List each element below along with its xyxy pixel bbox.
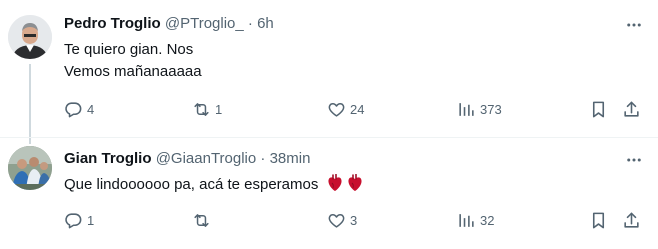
like-count: 3 <box>350 212 358 228</box>
more-icon[interactable] <box>624 150 644 170</box>
like-button[interactable]: 3 <box>327 208 357 232</box>
action-bar: 4 1 24 373 <box>64 97 654 121</box>
retweet-count: 1 <box>215 101 223 117</box>
heart-icon <box>328 213 345 228</box>
reply-icon <box>65 101 82 117</box>
tweet-text: Te quiero gian. Nos Vemos mañanaaaaa <box>64 39 202 83</box>
reply-button[interactable]: 4 <box>64 97 94 121</box>
tweet[interactable]: Gian Troglio @GiaanTroglio · 38min Que l… <box>0 137 658 249</box>
author-handle[interactable]: @GiaanTroglio <box>156 150 257 167</box>
author-handle[interactable]: @PTroglio_ <box>165 15 244 32</box>
timestamp[interactable]: 38min <box>270 150 311 167</box>
like-button[interactable]: 24 <box>327 97 364 121</box>
reply-count: 4 <box>87 101 95 117</box>
more-icon[interactable] <box>624 15 644 35</box>
retweet-icon <box>194 102 209 116</box>
share-icon <box>624 212 639 228</box>
share-icon <box>624 101 639 117</box>
reply-icon <box>65 212 82 228</box>
tweet-text-line: Vemos mañanaaaaa <box>64 63 202 80</box>
timestamp[interactable]: 6h <box>257 15 274 32</box>
reply-button[interactable]: 1 <box>64 208 94 232</box>
views-button[interactable]: 373 <box>457 97 502 121</box>
anatomical-heart-icon <box>327 173 343 199</box>
retweet-button[interactable]: 1 <box>192 97 222 121</box>
thread-line <box>29 64 31 144</box>
separator: · <box>243 15 258 32</box>
tweet[interactable]: Pedro Troglio @PTroglio_ · 6h Te quiero … <box>0 0 658 144</box>
like-count: 24 <box>350 101 365 117</box>
retweet-button[interactable] <box>192 208 215 232</box>
share-button[interactable] <box>622 208 641 232</box>
views-button[interactable]: 32 <box>457 208 494 232</box>
views-icon <box>459 102 474 116</box>
heart-icon <box>328 102 345 117</box>
separator: · <box>256 150 270 167</box>
bookmark-icon <box>592 101 605 117</box>
author-name[interactable]: Gian Troglio <box>64 150 152 167</box>
reply-count: 1 <box>87 212 95 228</box>
bookmark-button[interactable] <box>589 97 608 121</box>
tweet-text-line: Te quiero gian. Nos <box>64 41 194 58</box>
tweet-header: Pedro Troglio @PTroglio_ · 6h <box>64 14 274 34</box>
anatomical-heart-icon <box>347 173 363 199</box>
avatar[interactable] <box>8 15 52 59</box>
bookmark-button[interactable] <box>589 208 608 232</box>
views-count: 373 <box>480 101 502 117</box>
action-bar: 1 3 32 <box>64 208 654 232</box>
bookmark-icon <box>592 212 605 228</box>
tweet-header: Gian Troglio @GiaanTroglio · 38min <box>64 149 310 169</box>
avatar[interactable] <box>8 146 52 190</box>
author-name[interactable]: Pedro Troglio <box>64 15 161 32</box>
share-button[interactable] <box>622 97 641 121</box>
tweet-text-line: Que lindoooooo pa, acá te esperamos <box>64 176 319 193</box>
views-count: 32 <box>480 212 495 228</box>
views-icon <box>459 213 474 227</box>
tweet-text: Que lindoooooo pa, acá te esperamos <box>64 173 363 199</box>
retweet-icon <box>194 213 209 227</box>
